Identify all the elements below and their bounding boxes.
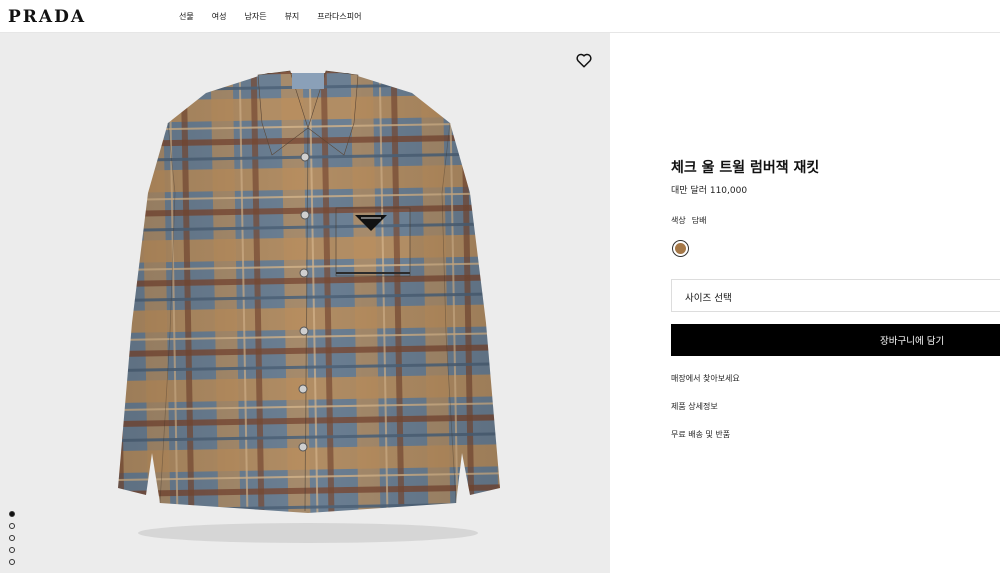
nav-item-beauty[interactable]: 뷰지 — [285, 11, 300, 22]
product-price: 대만 달러 110,000 — [671, 186, 748, 196]
nav-item-men[interactable]: 남자든 — [244, 11, 266, 22]
add-to-cart-button[interactable]: 장바구니에 담기 — [671, 324, 1000, 356]
find-in-store-link[interactable]: 매장에서 찾아보세요 — [671, 373, 740, 384]
prada-logo[interactable]: PRADA — [8, 7, 86, 27]
carousel-dot-1[interactable] — [9, 511, 15, 517]
product-title: 체크 울 트윌 럼버잭 재킷 — [671, 160, 820, 176]
color-row: 색상 담배 — [671, 215, 706, 226]
carousel-dot-4[interactable] — [9, 547, 15, 553]
nav-item-gifts[interactable]: 선물 — [179, 11, 194, 22]
carousel-dots — [9, 511, 15, 565]
carousel-dot-3[interactable] — [9, 535, 15, 541]
nav-item-women[interactable]: 여성 — [212, 11, 227, 22]
nav-item-pradasphere[interactable]: 프라다스피어 — [317, 11, 361, 22]
jacket-image — [118, 70, 500, 543]
carousel-dot-5[interactable] — [9, 559, 15, 565]
main-nav: 선물 여성 남자든 뷰지 프라다스피어 — [179, 11, 379, 22]
color-swatch[interactable] — [672, 240, 689, 257]
shipping-returns-link[interactable]: 무료 배송 및 반품 — [671, 429, 730, 440]
heart-icon[interactable] — [575, 51, 593, 69]
site-header: PRADA 선물 여성 남자든 뷰지 프라다스피어 — [0, 0, 1000, 33]
carousel-dot-2[interactable] — [9, 523, 15, 529]
color-value: 담배 — [691, 216, 707, 225]
color-label: 색상 — [671, 216, 686, 225]
color-swatch-fill — [675, 243, 686, 254]
size-select[interactable]: 사이즈 선택 — [671, 279, 1000, 312]
product-image-panel[interactable] — [0, 33, 610, 573]
product-details-link[interactable]: 제품 상세정보 — [671, 401, 718, 412]
